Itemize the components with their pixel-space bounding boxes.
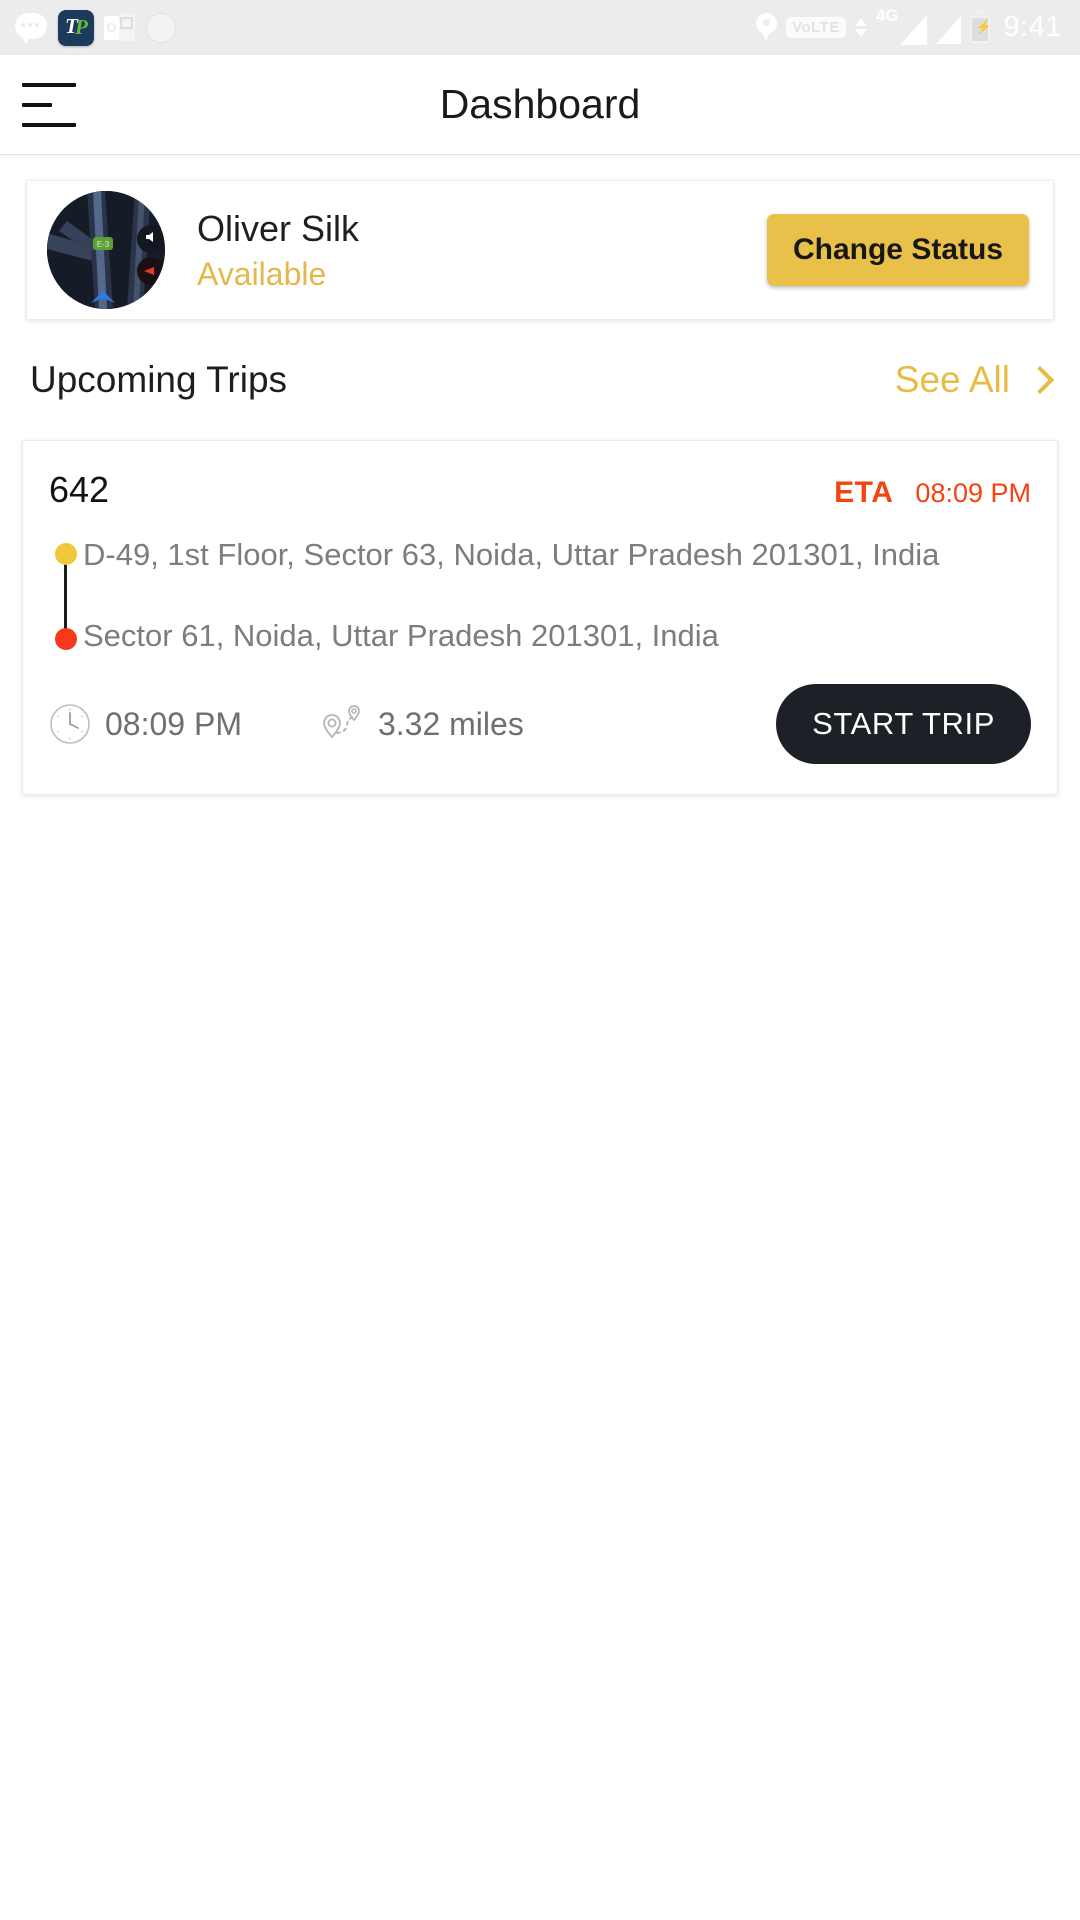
clock-icon [50,704,90,744]
avatar-map-image: E-3 [47,191,165,309]
upcoming-trips-header: Upcoming Trips See All [30,320,1055,440]
chat-bubble-icon [14,11,48,45]
trip-time-label: 08:09 PM [105,705,242,742]
driver-name: Oliver Silk [197,207,360,249]
outlook-icon-letter: O [104,15,119,40]
start-trip-button[interactable]: START TRIP [776,684,1031,765]
navigation-map-avatar[interactable]: E-3 [47,191,165,309]
route-distance-icon [323,705,360,739]
eta-time: 08:09 PM [915,478,1031,508]
trip-card-footer: 08:09 PM 3.32 miles START TRIP [49,684,1031,765]
trip-card-header: 642 ETA 08:09 PM [49,469,1031,511]
pickup-address: D-49, 1st Floor, Sector 63, Noida, Uttar… [83,537,940,572]
hamburger-menu-icon[interactable] [22,82,78,127]
dropoff-dot-icon [55,628,77,651]
chevron-right-icon [1025,365,1055,395]
data-transfer-icon [854,18,867,37]
status-bar-left-icons: T P O [14,9,176,46]
tp-app-icon: T P [58,9,94,46]
network-type-label: 4G [875,5,899,25]
trip-time-meta: 08:09 PM [49,703,242,745]
status-bar: T P O VoLTE 4G ⚡ 9:41 [0,0,1080,55]
see-all-button[interactable]: See All [894,359,1055,401]
outlook-icon: O [104,12,136,44]
page-title: Dashboard [439,81,641,127]
location-pin-icon [756,13,778,42]
circle-icon [146,12,176,43]
see-all-label: See All [894,359,1010,400]
trip-eta: ETA 08:09 PM [834,476,1031,510]
signal-4g-icon: 4G [876,7,927,45]
app-bar: Dashboard [0,55,1080,155]
eta-label: ETA [834,476,894,509]
dropoff-address: Sector 61, Noida, Uttar Pradesh 201301, … [83,617,719,653]
battery-charging-icon: ⚡ [969,9,992,43]
tp-app-icon-letter-p: P [75,14,88,39]
profile-card: E-3 Oliver Silk Available Change Status [26,180,1054,320]
route-line [64,553,67,641]
main-content: E-3 Oliver Silk Available Change Status … [0,180,1080,796]
trip-route-timeline: D-49, 1st Floor, Sector 63, Noida, Uttar… [49,537,1031,654]
change-status-button[interactable]: Change Status [766,214,1029,286]
trip-id: 642 [49,469,110,510]
status-bar-clock: 9:41 [1003,11,1062,43]
status-bar-right-icons: VoLTE 4G ⚡ 9:41 [756,7,1062,45]
trip-addresses: D-49, 1st Floor, Sector 63, Noida, Uttar… [83,537,1031,654]
volte-icon: VoLTE [786,16,846,39]
profile-text-block: Oliver Silk Available [197,208,359,293]
trip-distance-meta: 3.32 miles [320,702,524,746]
trip-card[interactable]: 642 ETA 08:09 PM D-49, 1st Floor, Sector… [22,440,1058,796]
trip-distance-label: 3.32 miles [377,705,524,742]
section-title: Upcoming Trips [30,359,288,400]
signal-bars-icon [935,15,961,44]
route-rail [49,537,83,654]
driver-status: Available [197,255,327,292]
pickup-dot-icon [55,543,77,565]
svg-text:E-3: E-3 [97,240,110,249]
